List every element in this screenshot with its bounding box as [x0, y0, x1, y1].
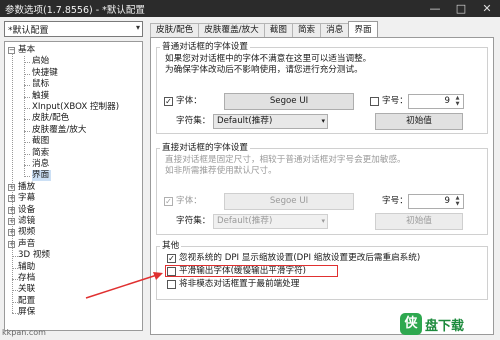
tree-item[interactable]: 皮肤/配色	[32, 113, 71, 124]
tree-item[interactable]: 视频	[18, 227, 37, 238]
tree-item[interactable]: 简索	[32, 148, 51, 159]
watermark-url: kkpan.com	[2, 328, 46, 337]
direct-size-spinner[interactable]: 9 ▲ ▼	[408, 194, 464, 209]
direct-font-group-title: 直接对话框的字体设置	[160, 143, 250, 153]
preset-value: *默认配置	[8, 25, 49, 36]
tree-item[interactable]: 存档	[18, 273, 37, 284]
ignore-dpi-label: 忽视系统的 DPI 显示缩放设置(DPI 缩放设置更改后需重启系统)	[179, 253, 421, 263]
maximize-button[interactable]: □	[448, 0, 474, 17]
direct-charset-label: 字符集：	[176, 216, 211, 226]
tree-item[interactable]: 基本	[18, 45, 37, 56]
normal-font-desc-1: 如果您对对话框中的字体不满意在这里可以适当调整。	[165, 54, 372, 64]
direct-size-label: 字号：	[382, 196, 408, 206]
tree-item[interactable]: 关联	[18, 284, 37, 295]
direct-font-desc-2: 如非所需推荐使用默认尺寸。	[165, 166, 277, 176]
direct-font-desc-1: 直接对话框是固定尺寸，相较于普通对话框对字号会更加敏感。	[165, 155, 406, 165]
direct-charset-dropdown: Default(推荐) ▾	[213, 214, 328, 229]
tree-item[interactable]: 鼠标	[32, 79, 51, 90]
tree-item[interactable]: 启始	[32, 56, 51, 67]
normal-font-desc-2: 为确保字体改动后不影响使用，请您进行充分测试。	[165, 65, 363, 75]
watermark-logo-icon: 侠	[400, 313, 422, 335]
tree-item[interactable]: 屏保	[18, 307, 37, 318]
annotation-highlight-box	[165, 265, 338, 277]
normal-size-value: 9	[444, 96, 450, 106]
window-title: 参数选项(1.7.8556) - *默认配置	[5, 4, 145, 16]
chevron-down-icon: ▾	[321, 217, 325, 225]
tree-connector	[12, 313, 18, 315]
direct-size-value: 9	[444, 196, 450, 206]
modeless-front-checkbox[interactable]	[167, 280, 176, 289]
tree-item[interactable]: 字幕	[18, 193, 37, 204]
normal-size-label: 字号：	[382, 96, 408, 106]
preset-dropdown[interactable]: *默认配置 ▾	[4, 21, 143, 37]
tree-item[interactable]: 快捷键	[32, 68, 60, 79]
direct-font-label: 字体：	[176, 196, 202, 206]
tree-item[interactable]: 触摸	[32, 91, 51, 102]
close-button[interactable]: ✕	[474, 0, 500, 17]
tree-item[interactable]: 截图	[32, 136, 51, 147]
direct-font-button: Segoe UI	[224, 193, 354, 210]
normal-font-button[interactable]: Segoe UI	[224, 93, 354, 110]
tree-connector	[12, 53, 13, 314]
normal-charset-label: 字符集：	[176, 116, 211, 126]
modeless-front-label: 将非模态对话框置于最前端处理	[179, 279, 300, 289]
tree-item[interactable]: 滤镜	[18, 216, 37, 227]
direct-charset-value: Default(推荐)	[217, 216, 273, 226]
tree-item[interactable]: 3D 视频	[18, 250, 52, 261]
tree-item[interactable]: 辅助	[18, 262, 37, 273]
tree-item[interactable]: 消息	[32, 159, 51, 170]
normal-size-checkbox[interactable]	[370, 97, 379, 106]
watermark-logo: 侠 盘下载	[400, 313, 464, 335]
tab-skin-color[interactable]: 皮肤/配色	[150, 23, 200, 37]
normal-reset-button[interactable]: 初始值	[375, 113, 463, 130]
watermark-text: 盘下载	[425, 318, 465, 334]
normal-font-label: 字体：	[176, 96, 202, 106]
direct-reset-button: 初始值	[375, 213, 463, 230]
tab-screenshot[interactable]: 截图	[263, 23, 293, 37]
tree-item[interactable]: 声音	[18, 239, 37, 250]
tree-connector	[24, 56, 25, 177]
normal-size-spinner[interactable]: 9 ▲ ▼	[408, 94, 464, 109]
spinner-arrows-icon[interactable]: ▲ ▼	[453, 95, 462, 107]
category-tree[interactable]: 基本 − 启始 快捷键 鼠标 触摸 XInput(XBOX 控制器) 皮肤/配色 皮肤覆盖/放大…	[4, 41, 143, 331]
chevron-down-icon: ▾	[321, 117, 325, 125]
minimize-button[interactable]: —	[422, 0, 448, 17]
tab-skin-overlay[interactable]: 皮肤覆盖/放大	[198, 23, 265, 37]
settings-panel: 普通对话框的字体设置 如果您对对话框中的字体不满意在这里可以适当调整。 为确保字…	[150, 37, 494, 335]
tree-item[interactable]: XInput(XBOX 控制器)	[32, 102, 121, 113]
tree-item[interactable]: 播放	[18, 182, 37, 193]
normal-charset-value: Default(推荐)	[217, 116, 273, 126]
other-group-title: 其他	[160, 241, 182, 251]
tree-item[interactable]: 配置	[18, 296, 37, 307]
tree-item[interactable]: 界面	[32, 170, 52, 182]
tab-interface[interactable]: 界面	[348, 21, 378, 37]
ignore-dpi-checkbox[interactable]: ✓	[167, 254, 176, 263]
normal-charset-dropdown[interactable]: Default(推荐) ▾	[213, 114, 328, 129]
tab-bar: 皮肤/配色 皮肤覆盖/放大 截图 简索 消息 界面	[150, 21, 378, 37]
tab-message[interactable]: 消息	[320, 23, 350, 37]
normal-font-checkbox[interactable]: ✓	[164, 97, 173, 106]
tree-item[interactable]: 设备	[18, 205, 37, 216]
title-bar: 参数选项(1.7.8556) - *默认配置 — □ ✕	[0, 0, 500, 17]
tree-item[interactable]: 皮肤覆盖/放大	[32, 125, 88, 136]
direct-font-checkbox: ✓	[164, 197, 173, 206]
spinner-arrows-icon[interactable]: ▲ ▼	[453, 195, 462, 207]
chevron-down-icon: ▾	[135, 23, 140, 32]
normal-font-group-title: 普通对话框的字体设置	[160, 42, 250, 52]
tab-search[interactable]: 简索	[291, 23, 322, 37]
